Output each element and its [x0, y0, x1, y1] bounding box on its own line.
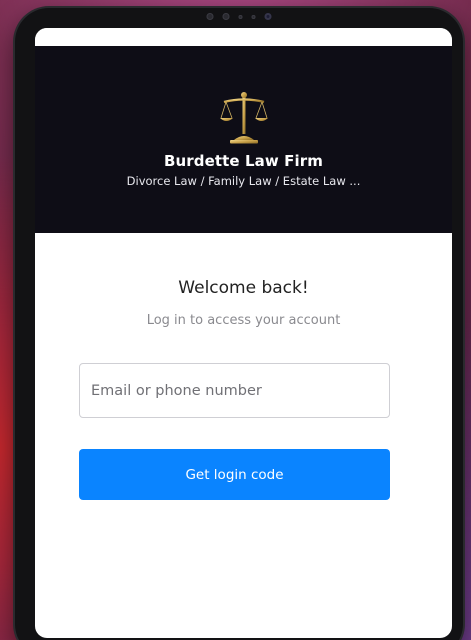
firm-tagline: Divorce Law / Family Law / Estate Law ..… — [126, 174, 361, 188]
welcome-heading: Welcome back! — [178, 278, 309, 298]
get-login-code-button[interactable]: Get login code — [79, 449, 390, 500]
sensor-dot — [251, 14, 256, 19]
camera-bar — [206, 13, 272, 20]
camera-lens — [264, 13, 272, 20]
login-subheading: Log in to access your account — [146, 313, 341, 328]
scales-of-justice-icon — [219, 92, 268, 144]
firm-name: Burdette Law Firm — [163, 152, 324, 170]
sensor-dot — [206, 13, 214, 20]
app-screen: Burdette Law Firm Divorce Law / Family L… — [35, 28, 452, 638]
status-strip — [35, 28, 452, 46]
email-or-phone-input[interactable] — [79, 363, 390, 418]
tablet-device-frame: Burdette Law Firm Divorce Law / Family L… — [15, 8, 463, 640]
sensor-dot — [222, 13, 230, 20]
sensor-dot — [238, 14, 243, 19]
firm-header: Burdette Law Firm Divorce Law / Family L… — [35, 46, 452, 233]
